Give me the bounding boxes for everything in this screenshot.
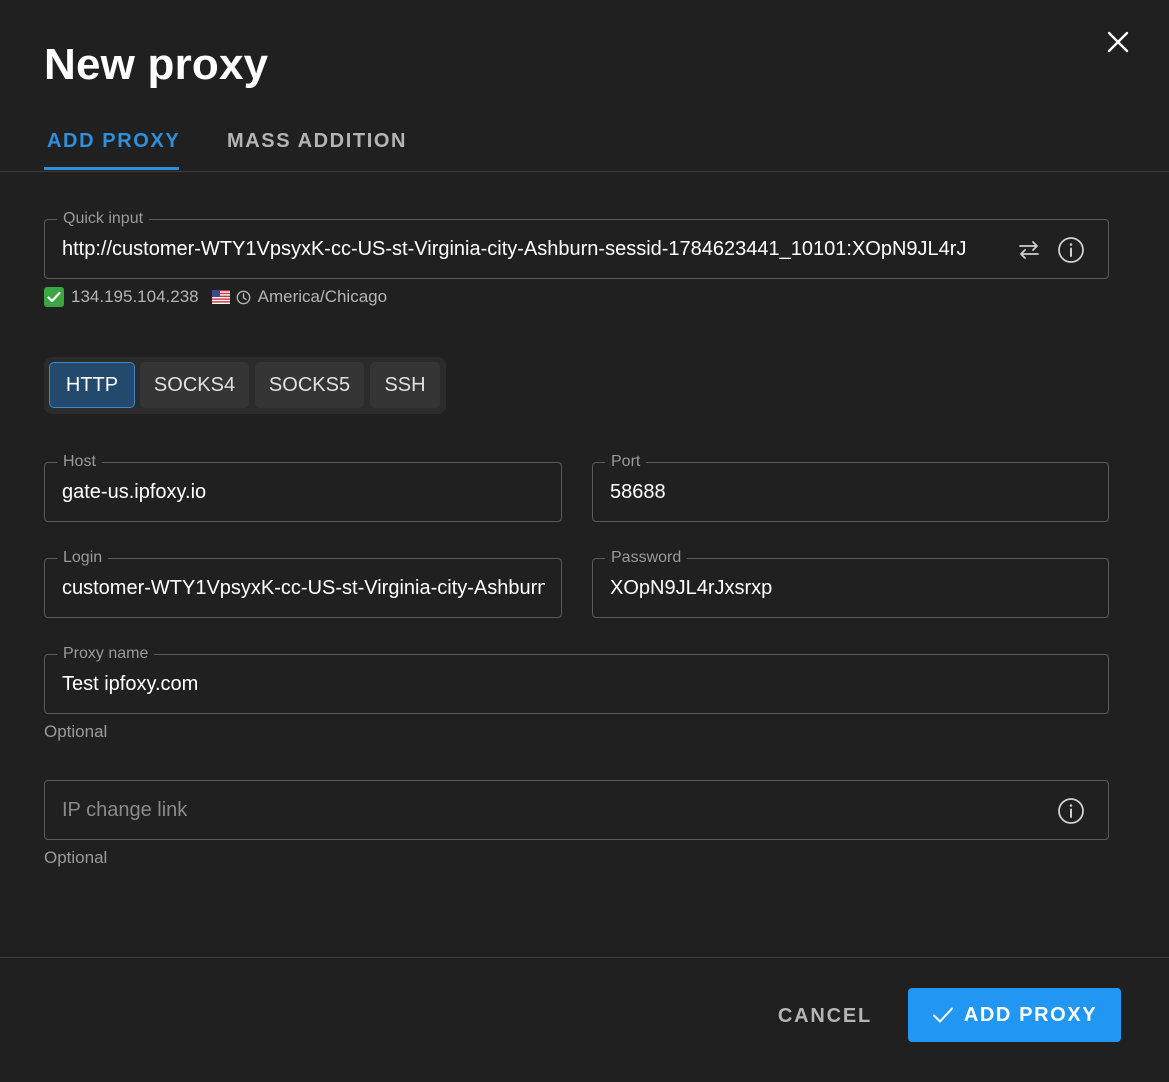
new-proxy-dialog: New proxy ADD PROXY MASS ADDITION Quick …: [0, 0, 1169, 1082]
type-socks4-button[interactable]: SOCKS4: [140, 362, 249, 408]
add-proxy-label: ADD PROXY: [963, 1003, 1098, 1026]
info-icon: [1058, 798, 1084, 824]
quick-input-info-button[interactable]: [1055, 234, 1087, 266]
host-value[interactable]: gate-us.ipfoxy.io: [62, 481, 545, 503]
host-field[interactable]: Host gate-us.ipfoxy.io: [44, 453, 562, 522]
cancel-button[interactable]: CANCEL: [768, 992, 882, 1040]
proxy-name-value[interactable]: Test ipfoxy.com: [62, 673, 1092, 695]
quick-input-value[interactable]: http://customer-WTY1VpsyxK-cc-US-st-Virg…: [62, 238, 1004, 260]
tab-bar: ADD PROXY MASS ADDITION: [0, 110, 1169, 172]
port-label: Port: [605, 453, 647, 471]
password-value[interactable]: XOpN9JL4rJxsrxp: [610, 577, 1092, 599]
check-icon: [44, 287, 64, 307]
password-field[interactable]: Password XOpN9JL4rJxsrxp: [592, 549, 1109, 618]
type-socks5-button[interactable]: SOCKS5: [255, 362, 364, 408]
proxy-name-helper: Optional: [44, 722, 108, 741]
info-icon: [1058, 237, 1084, 263]
clock-icon: [236, 290, 251, 304]
close-icon: [1107, 31, 1129, 53]
login-value[interactable]: customer-WTY1VpsyxK-cc-US-st-Virginia-ci…: [62, 577, 545, 599]
login-label: Login: [57, 549, 109, 567]
proxy-ip: 134.195.104.238: [71, 287, 199, 306]
active-tab-indicator: [44, 167, 179, 170]
proxy-type-selector: HTTP SOCKS4 SOCKS5 SSH: [44, 357, 446, 414]
dialog-title: New proxy: [44, 40, 269, 89]
type-http-button[interactable]: HTTP: [49, 362, 135, 408]
ip-change-link-placeholder[interactable]: IP change link: [62, 799, 1044, 821]
port-value[interactable]: 58688: [610, 481, 1092, 503]
swap-button[interactable]: [1015, 236, 1043, 264]
proxy-timezone: America/Chicago: [257, 287, 388, 306]
close-button[interactable]: [1100, 24, 1136, 60]
tab-mass-addition[interactable]: MASS ADDITION: [227, 130, 407, 153]
quick-input-field[interactable]: Quick input http://customer-WTY1VpsyxK-c…: [44, 210, 1109, 279]
proxy-name-label: Proxy name: [57, 645, 155, 663]
proxy-name-field[interactable]: Proxy name Test ipfoxy.com: [44, 645, 1109, 714]
add-proxy-button[interactable]: ADD PROXY: [908, 988, 1121, 1042]
ip-change-link-field[interactable]: IP change link: [44, 780, 1109, 840]
check-icon: [932, 1007, 953, 1023]
ip-change-link-info-button[interactable]: [1055, 795, 1087, 827]
type-ssh-button[interactable]: SSH: [370, 362, 440, 408]
login-field[interactable]: Login customer-WTY1VpsyxK-cc-US-st-Virgi…: [44, 549, 562, 618]
quick-input-label: Quick input: [57, 210, 150, 228]
port-field[interactable]: Port 58688: [592, 453, 1109, 522]
password-label: Password: [605, 549, 688, 567]
swap-arrows-icon: [1019, 241, 1039, 259]
ip-change-link-helper: Optional: [44, 848, 108, 867]
us-flag-icon: [211, 290, 230, 304]
footer-divider: [0, 957, 1169, 958]
tab-add-proxy[interactable]: ADD PROXY: [47, 130, 180, 153]
host-label: Host: [57, 453, 102, 471]
proxy-check-status: 134.195.104.238 America/Chicago: [44, 286, 387, 308]
